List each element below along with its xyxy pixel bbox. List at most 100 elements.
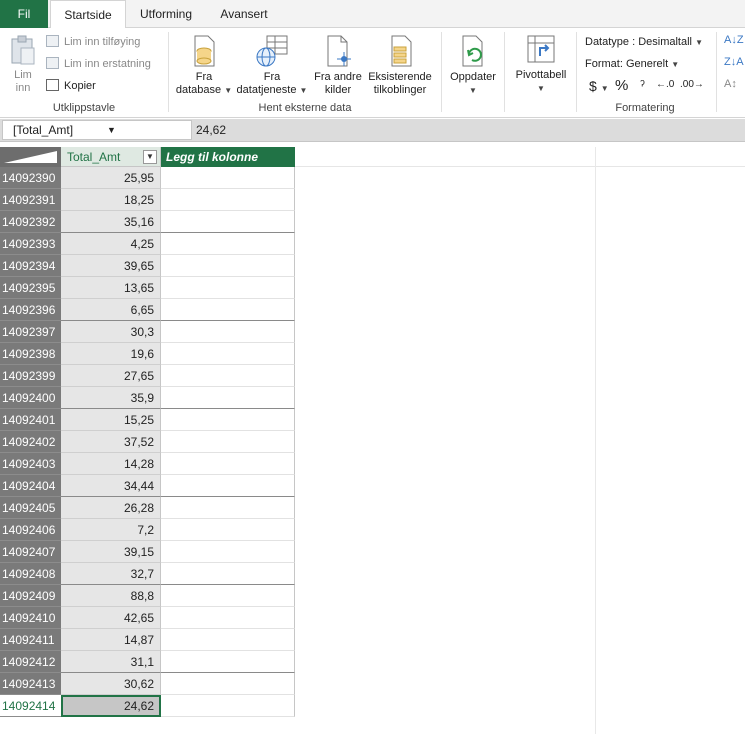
formula-value[interactable]: 24,62 [196, 119, 226, 141]
row-header[interactable]: 14092392 [0, 211, 61, 233]
percent-button[interactable]: % [615, 77, 628, 94]
row-header[interactable]: 14092391 [0, 189, 61, 211]
add-column-cell[interactable] [161, 453, 295, 475]
total-amt-cell[interactable]: 14,87 [61, 629, 161, 651]
from-dataservice-button[interactable]: Fra datatjeneste ▼ [236, 34, 308, 97]
sort-ascending-button[interactable]: A↓Z [724, 34, 744, 46]
pivottable-button[interactable]: Pivottabell ▼ [510, 34, 572, 95]
total-amt-cell[interactable]: 31,1 [61, 651, 161, 673]
row-header[interactable]: 14092410 [0, 607, 61, 629]
add-column-cell[interactable] [161, 629, 295, 651]
total-amt-cell[interactable]: 26,28 [61, 497, 161, 519]
row-header[interactable]: 14092404 [0, 475, 61, 497]
add-column-cell[interactable] [161, 475, 295, 497]
name-box[interactable]: [Total_Amt] ▼ [2, 120, 192, 140]
clear-sort-button[interactable]: A↕ [724, 78, 737, 90]
total-amt-cell[interactable]: 14,28 [61, 453, 161, 475]
add-column-cell[interactable] [161, 167, 295, 189]
total-amt-cell[interactable]: 27,65 [61, 365, 161, 387]
thousands-separator-button[interactable]: ˀ [640, 77, 645, 93]
add-column-cell[interactable] [161, 651, 295, 673]
total-amt-cell[interactable]: 6,65 [61, 299, 161, 321]
add-column-cell[interactable] [161, 607, 295, 629]
tab-avansert[interactable]: Avansert [210, 0, 278, 28]
format-dropdown[interactable]: Format: Generelt ▼ [585, 58, 679, 70]
add-column-cell[interactable] [161, 585, 295, 607]
total-amt-cell[interactable]: 15,25 [61, 409, 161, 431]
add-column-cell[interactable] [161, 431, 295, 453]
add-column-cell[interactable] [161, 519, 295, 541]
row-header[interactable]: 14092393 [0, 233, 61, 255]
row-header[interactable]: 14092411 [0, 629, 61, 651]
total-amt-cell[interactable]: 30,3 [61, 321, 161, 343]
tab-startside[interactable]: Startside [50, 0, 126, 29]
total-amt-cell[interactable]: 7,2 [61, 519, 161, 541]
add-column-cell[interactable] [161, 409, 295, 431]
from-database-button[interactable]: Fra database ▼ [174, 34, 234, 97]
filter-dropdown-icon[interactable]: ▼ [143, 150, 157, 164]
paste-replace-button[interactable]: Lim inn erstatning [46, 57, 151, 70]
row-header[interactable]: 14092394 [0, 255, 61, 277]
row-header[interactable]: 14092401 [0, 409, 61, 431]
column-header-total-amt[interactable]: Total_Amt ▼ [61, 147, 161, 167]
total-amt-cell[interactable]: 4,25 [61, 233, 161, 255]
decrease-decimal-button[interactable]: .00→ [680, 79, 704, 90]
add-column-cell[interactable] [161, 365, 295, 387]
total-amt-cell[interactable]: 39,15 [61, 541, 161, 563]
row-header[interactable]: 14092412 [0, 651, 61, 673]
add-column-cell[interactable] [161, 189, 295, 211]
row-header[interactable]: 14092398 [0, 343, 61, 365]
select-all-corner[interactable] [0, 147, 61, 167]
total-amt-cell[interactable]: 24,62 [61, 695, 161, 717]
total-amt-cell[interactable]: 34,44 [61, 475, 161, 497]
refresh-button[interactable]: Oppdater ▼ [446, 34, 500, 97]
add-column-header[interactable]: Legg til kolonne [161, 147, 295, 167]
total-amt-cell[interactable]: 13,65 [61, 277, 161, 299]
row-header[interactable]: 14092407 [0, 541, 61, 563]
total-amt-cell[interactable]: 39,65 [61, 255, 161, 277]
currency-button[interactable]: $ ▼ [589, 78, 609, 94]
add-column-cell[interactable] [161, 387, 295, 409]
total-amt-cell[interactable]: 19,6 [61, 343, 161, 365]
increase-decimal-button[interactable]: ←.0 [656, 79, 674, 90]
row-header[interactable]: 14092396 [0, 299, 61, 321]
add-column-cell[interactable] [161, 343, 295, 365]
add-column-cell[interactable] [161, 299, 295, 321]
row-header[interactable]: 14092402 [0, 431, 61, 453]
total-amt-cell[interactable]: 88,8 [61, 585, 161, 607]
row-header[interactable]: 14092403 [0, 453, 61, 475]
add-column-cell[interactable] [161, 563, 295, 585]
row-header[interactable]: 14092390 [0, 167, 61, 189]
name-box-dropdown-icon[interactable]: ▼ [107, 121, 116, 139]
total-amt-cell[interactable]: 42,65 [61, 607, 161, 629]
add-column-cell[interactable] [161, 321, 295, 343]
refresh-dropdown-icon[interactable]: ▼ [446, 84, 500, 97]
paste-append-button[interactable]: Lim inn tilføying [46, 35, 140, 48]
from-other-sources-button[interactable]: Fra andre kilder [311, 34, 365, 97]
row-header[interactable]: 14092413 [0, 673, 61, 695]
add-column-cell[interactable] [161, 277, 295, 299]
tab-utforming[interactable]: Utforming [130, 0, 202, 28]
add-column-cell[interactable] [161, 255, 295, 277]
row-header[interactable]: 14092409 [0, 585, 61, 607]
tab-file[interactable]: Fil [0, 0, 48, 28]
add-column-cell[interactable] [161, 211, 295, 233]
total-amt-cell[interactable]: 37,52 [61, 431, 161, 453]
pivottable-dropdown-icon[interactable]: ▼ [510, 82, 572, 95]
row-header[interactable]: 14092406 [0, 519, 61, 541]
paste-button[interactable]: Lim inn [6, 34, 40, 95]
add-column-cell[interactable] [161, 497, 295, 519]
row-header[interactable]: 14092414 [0, 695, 61, 717]
existing-connections-button[interactable]: Eksisterende tilkoblinger [366, 34, 434, 97]
row-header[interactable]: 14092395 [0, 277, 61, 299]
add-column-cell[interactable] [161, 695, 295, 717]
sort-descending-button[interactable]: Z↓A [724, 56, 744, 68]
add-column-cell[interactable] [161, 233, 295, 255]
row-header[interactable]: 14092397 [0, 321, 61, 343]
total-amt-cell[interactable]: 32,7 [61, 563, 161, 585]
total-amt-cell[interactable]: 35,16 [61, 211, 161, 233]
add-column-cell[interactable] [161, 541, 295, 563]
total-amt-cell[interactable]: 35,9 [61, 387, 161, 409]
add-column-cell[interactable] [161, 673, 295, 695]
total-amt-cell[interactable]: 18,25 [61, 189, 161, 211]
